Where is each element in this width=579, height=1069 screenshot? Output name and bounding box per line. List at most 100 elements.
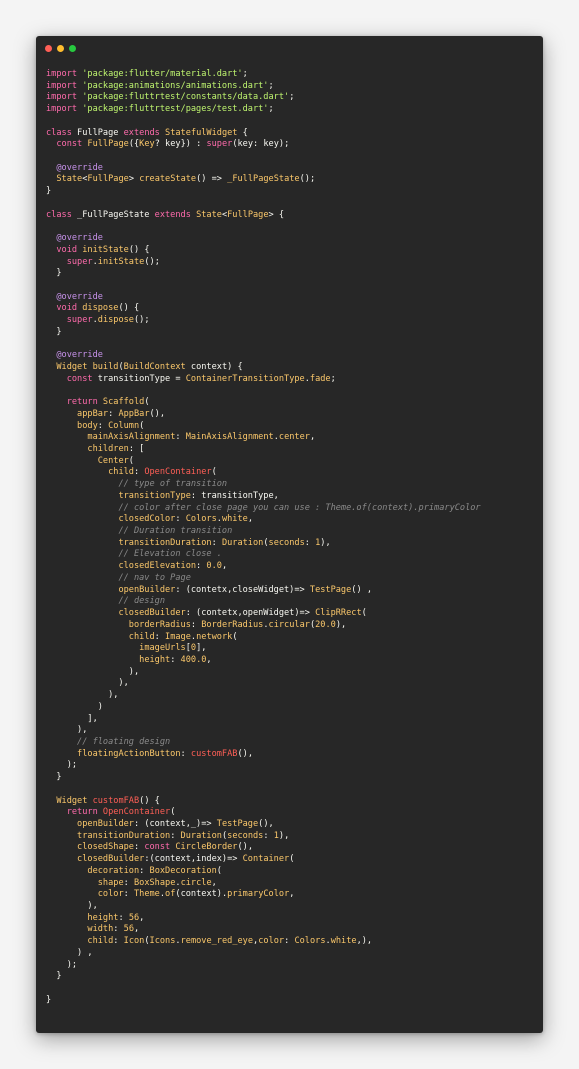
punctuation-token: : bbox=[190, 619, 202, 630]
annotation-token: @override bbox=[56, 350, 103, 361]
number-token: 56 bbox=[123, 924, 134, 935]
type-token: Colors bbox=[294, 936, 326, 947]
code-line: @override bbox=[46, 163, 537, 175]
code-line: transitionDuration: Duration(seconds: 1)… bbox=[46, 538, 537, 550]
property-token: closedBuilder bbox=[77, 854, 145, 865]
annotation-token: @override bbox=[56, 291, 103, 302]
code-line: return OpenContainer( bbox=[46, 807, 537, 819]
code-line: Widget build(BuildContext context) { bbox=[46, 362, 537, 374]
string-token: 'package:fluttrtest/constants/data.dart' bbox=[82, 92, 290, 103]
keyword-token: import bbox=[46, 80, 83, 91]
property-token: seconds bbox=[227, 830, 264, 841]
punctuation-token: () { bbox=[139, 795, 160, 806]
type-token: StatefulWidget bbox=[165, 127, 238, 138]
code-line: import 'package:animations/animations.da… bbox=[46, 81, 537, 93]
maximize-window-button[interactable] bbox=[69, 45, 76, 52]
code-line: height: 400.0, bbox=[46, 655, 537, 667]
code-line: @override bbox=[46, 350, 537, 362]
punctuation-token bbox=[46, 878, 98, 888]
type-token: FullPage bbox=[227, 209, 269, 220]
punctuation-token bbox=[46, 315, 67, 325]
punctuation-token: : bbox=[113, 936, 124, 947]
punctuation-token bbox=[46, 924, 87, 934]
punctuation-token bbox=[46, 526, 118, 536]
punctuation-token bbox=[46, 257, 67, 267]
type-token: BoxDecoration bbox=[149, 865, 217, 876]
minimize-window-button[interactable] bbox=[57, 45, 64, 52]
code-line: } bbox=[46, 327, 537, 339]
punctuation-token: > bbox=[128, 174, 140, 185]
property-token: width bbox=[87, 924, 114, 935]
property-token: imageUrls bbox=[139, 643, 186, 654]
punctuation-token bbox=[46, 842, 77, 852]
punctuation-token: (), bbox=[149, 408, 166, 419]
code-line: decoration: BoxDecoration( bbox=[46, 866, 537, 878]
punctuation-token: ( bbox=[361, 608, 367, 619]
property-token: seconds bbox=[268, 537, 305, 548]
punctuation-token: , bbox=[211, 877, 217, 888]
punctuation-token: : bbox=[133, 842, 145, 853]
number-token: 400.0 bbox=[180, 654, 207, 665]
property-token: center bbox=[278, 432, 310, 443]
punctuation-token bbox=[46, 245, 56, 255]
keyword-token: const bbox=[66, 373, 98, 384]
property-token: closedShape bbox=[77, 842, 134, 853]
punctuation-token: ), bbox=[46, 678, 129, 689]
window-titlebar bbox=[36, 36, 543, 64]
code-line: import 'package:flutter/material.dart'; bbox=[46, 69, 537, 81]
property-token: fade bbox=[309, 373, 331, 384]
punctuation-token: ), bbox=[335, 619, 347, 630]
code-line: closedColor: Colors.white, bbox=[46, 514, 537, 526]
punctuation-token: , bbox=[247, 514, 254, 525]
type-token: Duration bbox=[221, 537, 264, 548]
punctuation-token: ( bbox=[139, 420, 145, 431]
annotation-token: @override bbox=[56, 233, 103, 244]
type-token: Center bbox=[97, 455, 129, 466]
close-window-button[interactable] bbox=[45, 45, 52, 52]
punctuation-token: : bbox=[175, 432, 186, 443]
punctuation-token bbox=[46, 362, 56, 372]
function-token: build bbox=[92, 361, 119, 372]
punctuation-token bbox=[46, 632, 129, 642]
punctuation-token bbox=[46, 456, 98, 466]
punctuation-token bbox=[46, 139, 56, 149]
code-line: class FullPage extends StatefulWidget { bbox=[46, 128, 537, 140]
punctuation-token: = bbox=[175, 373, 186, 384]
type-token: TestPage bbox=[216, 819, 259, 829]
unresolved-token: customFAB bbox=[190, 748, 238, 759]
property-token: transitionDuration bbox=[77, 830, 171, 841]
code-line: Widget customFAB() { bbox=[46, 796, 537, 808]
type-token: Theme bbox=[133, 889, 160, 900]
type-token: Duration bbox=[180, 830, 222, 841]
code-line: super.initState(); bbox=[46, 257, 537, 269]
code-line: ), bbox=[46, 678, 537, 690]
punctuation-token: (), bbox=[237, 842, 253, 853]
keyword-token: const bbox=[56, 139, 88, 150]
punctuation-token: : bbox=[304, 537, 316, 548]
punctuation-token: ( bbox=[232, 631, 238, 642]
function-token: network bbox=[196, 631, 233, 642]
punctuation-token: : transitionType, bbox=[190, 490, 279, 501]
code-line: ), bbox=[46, 901, 537, 913]
keyword-token: return bbox=[66, 807, 103, 818]
type-token: Colors bbox=[185, 514, 217, 525]
punctuation-token bbox=[46, 538, 118, 548]
code-line: const transitionType = ContainerTransiti… bbox=[46, 374, 537, 386]
punctuation-token: :(context,index)=> bbox=[144, 854, 243, 865]
punctuation-token bbox=[46, 514, 118, 524]
punctuation-token: : bbox=[180, 748, 191, 759]
code-line: transitionDuration: Duration(seconds: 1)… bbox=[46, 831, 537, 843]
function-token: dispose bbox=[82, 303, 119, 314]
code-line: void dispose() { bbox=[46, 303, 537, 315]
punctuation-token: ( bbox=[216, 865, 222, 876]
code-line: ), bbox=[46, 725, 537, 737]
punctuation-token: : bbox=[263, 830, 274, 841]
punctuation-token bbox=[46, 655, 139, 665]
code-line: State<FullPage> createState() => _FullPa… bbox=[46, 174, 537, 186]
punctuation-token: , bbox=[221, 561, 228, 572]
property-token: remove_red_eye bbox=[180, 936, 254, 947]
property-token: shape bbox=[97, 877, 124, 888]
code-line: ), bbox=[46, 667, 537, 679]
property-token: white bbox=[221, 514, 248, 525]
